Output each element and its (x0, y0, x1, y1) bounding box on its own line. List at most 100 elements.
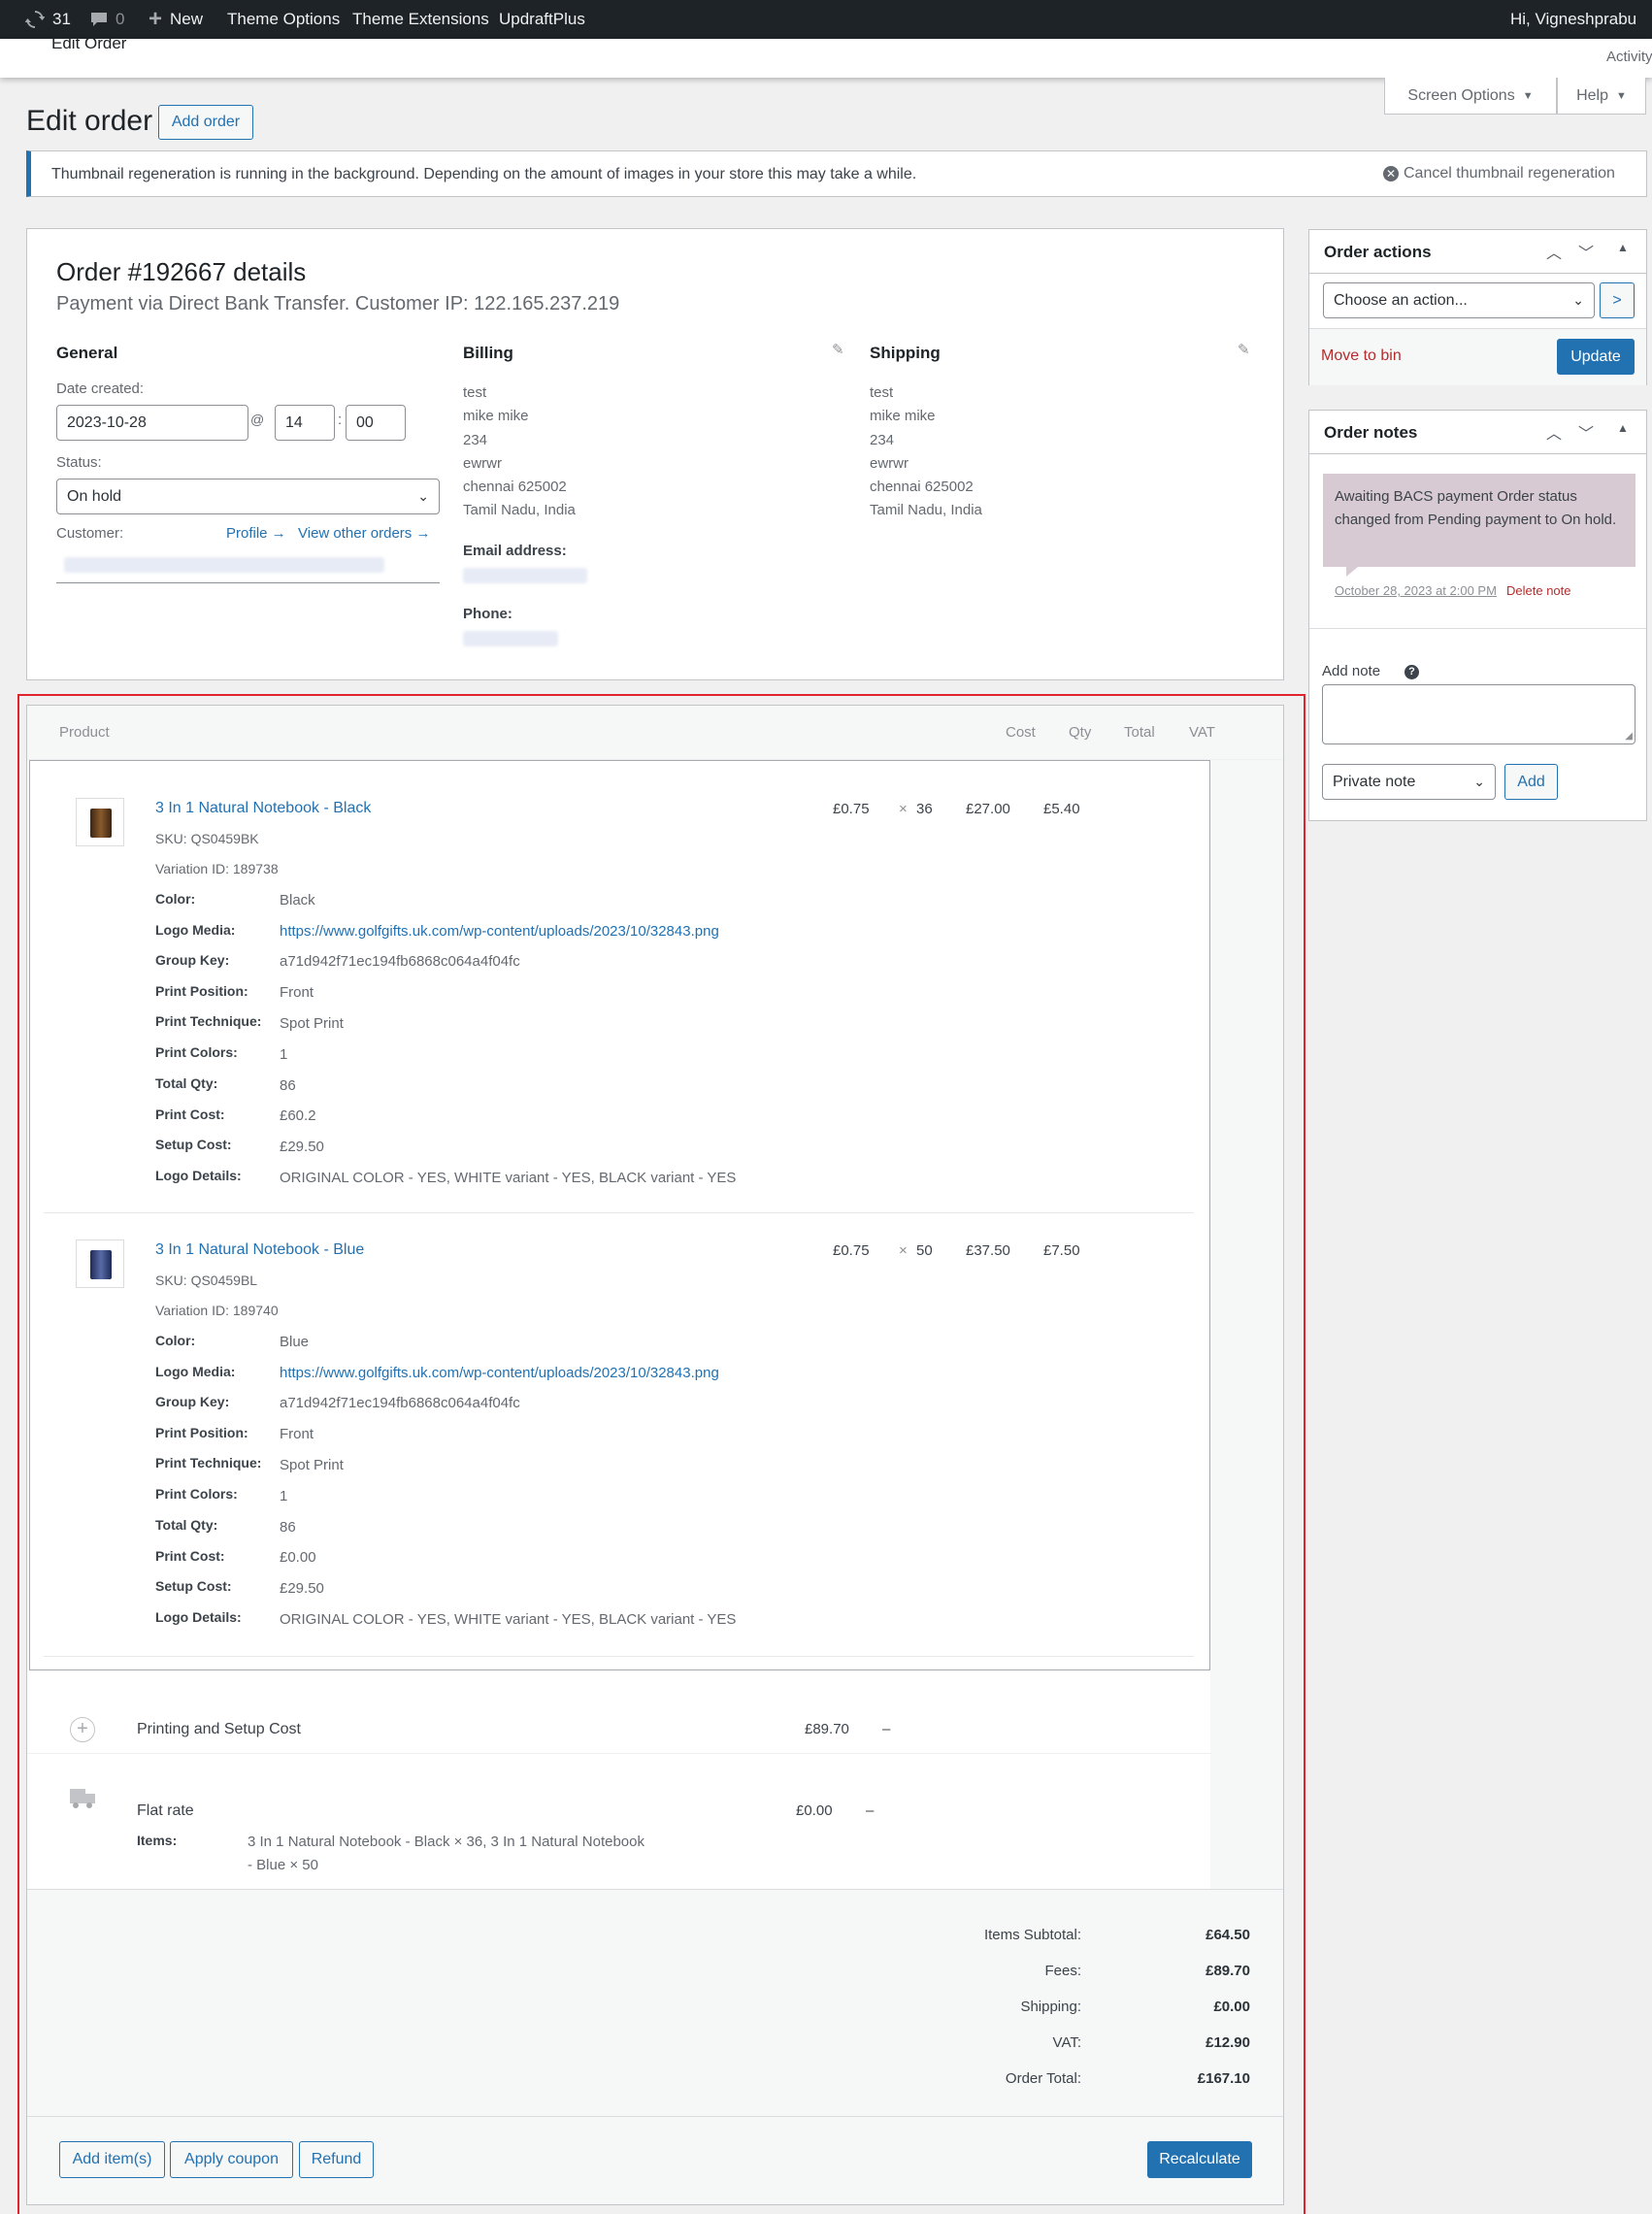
order-action-placeholder: Choose an action... (1334, 291, 1468, 309)
logo-media-link[interactable]: https://www.golfgifts.uk.com/wp-content/… (280, 1365, 719, 1381)
theme-options-menu[interactable]: Theme Options (227, 0, 340, 39)
comments-menu[interactable]: 0 (90, 0, 124, 39)
note-type-value: Private note (1333, 773, 1416, 790)
item-divider (44, 1656, 1194, 1657)
updates-menu[interactable]: 31 (25, 0, 71, 39)
meta-key: Setup Cost: (155, 1578, 232, 1594)
add-items-button[interactable]: Add item(s) (59, 2141, 165, 2178)
totals-value: £0.00 (1213, 1999, 1250, 2015)
chevron-down-icon: ⌄ (1572, 292, 1584, 308)
delete-note-link[interactable]: Delete note (1506, 583, 1571, 598)
move-down-icon[interactable]: ﹀ (1578, 240, 1594, 263)
at-separator: @ (250, 412, 265, 427)
move-up-icon[interactable]: ︿ (1546, 420, 1562, 444)
user-greeting[interactable]: Hi, Vigneshprabu (1510, 0, 1636, 39)
add-note-button[interactable]: Add (1504, 764, 1558, 800)
add-note-label: Add note (1322, 663, 1381, 679)
items-actions-bar: Add item(s) Apply coupon Refund Recalcul… (27, 2116, 1283, 2204)
fee-vat: – (882, 1721, 891, 1737)
move-to-bin-link[interactable]: Move to bin (1321, 347, 1402, 365)
product-link[interactable]: 3 In 1 Natural Notebook - Black (155, 800, 371, 817)
item-cost: £0.75 (833, 1242, 870, 1259)
shipping-line: Tamil Nadu, India (870, 502, 982, 519)
meta-key: Logo Media: (155, 922, 236, 938)
activity-link[interactable]: Activity (1606, 49, 1652, 65)
order-actions-title: Order actions (1324, 243, 1432, 261)
logo-media-link[interactable]: https://www.golfgifts.uk.com/wp-content/… (280, 923, 719, 940)
collapse-toggle-icon[interactable]: ▲ (1617, 421, 1629, 435)
theme-extensions-menu[interactable]: Theme Extensions (352, 0, 489, 39)
status-select[interactable]: On hold ⌄ (56, 479, 440, 514)
shipping-line-row: Flat rate £0.00 – Items: 3 In 1 Natural … (27, 1764, 1283, 1890)
update-button[interactable]: Update (1557, 339, 1635, 375)
sku-label: SKU: (155, 831, 187, 846)
item-qty: 50 (916, 1242, 933, 1259)
updraftplus-menu[interactable]: UpdraftPlus (499, 0, 585, 39)
totals-label: Order Total: (1005, 2070, 1081, 2087)
customer-profile-link[interactable]: Profile → (226, 525, 286, 542)
cancel-regeneration-link[interactable]: ✕ Cancel thumbnail regeneration (1383, 165, 1615, 182)
apply-coupon-button[interactable]: Apply coupon (170, 2141, 293, 2178)
resize-handle-icon[interactable]: ◢ (1625, 731, 1633, 742)
date-created-input[interactable]: 2023-10-28 (56, 405, 248, 441)
meta-key: Group Key: (155, 952, 230, 968)
product-link[interactable]: 3 In 1 Natural Notebook - Blue (155, 1241, 364, 1259)
meta-key: Print Position: (155, 983, 248, 999)
note-type-select[interactable]: Private note ⌄ (1322, 764, 1496, 800)
order-items-box: Product Cost Qty Total VAT 3 In 1 Natura… (26, 705, 1284, 2205)
hour-input[interactable]: 14 (275, 405, 335, 441)
totals-area: Items Subtotal: £64.50 Fees: £89.70 Ship… (27, 1889, 1283, 2116)
caret-down-icon: ▼ (1616, 89, 1627, 102)
times-symbol: × (899, 1242, 908, 1259)
refund-button[interactable]: Refund (299, 2141, 374, 2178)
refresh-icon (25, 11, 45, 28)
meta-key: Logo Media: (155, 1364, 236, 1379)
vat-column-header: VAT (1189, 724, 1215, 741)
product-thumbnail (76, 798, 124, 846)
new-label: New (170, 10, 204, 28)
shipping-line: mike mike (870, 408, 936, 425)
status-value: On hold (67, 487, 122, 505)
meta-value: a71d942f71ec194fb6868c064a4f04fc (280, 953, 520, 970)
meta-value: £60.2 (280, 1107, 316, 1124)
edit-shipping-pencil-icon[interactable]: ✎ (1238, 341, 1250, 358)
note-date: October 28, 2023 at 2:00 PM (1335, 583, 1497, 598)
minute-input[interactable]: 00 (346, 405, 406, 441)
help-button[interactable]: Help ▼ (1557, 78, 1646, 115)
order-action-select[interactable]: Choose an action... ⌄ (1323, 282, 1595, 318)
header-gutter (1210, 760, 1283, 1939)
item-vat: £5.40 (1043, 801, 1080, 817)
customer-select[interactable] (56, 547, 440, 583)
collapse-toggle-icon[interactable]: ▲ (1617, 241, 1629, 254)
notice-banner: Thumbnail regeneration is running in the… (26, 150, 1647, 197)
new-content-menu[interactable]: + New (149, 0, 203, 39)
billing-line: 234 (463, 431, 488, 448)
view-other-orders-link[interactable]: View other orders → (298, 525, 430, 542)
item-cost: £0.75 (833, 801, 870, 817)
note-pointer (1346, 567, 1358, 577)
recalculate-button[interactable]: Recalculate (1147, 2141, 1252, 2178)
meta-value: 86 (280, 1519, 296, 1536)
help-tip-icon[interactable]: ? (1404, 665, 1419, 679)
add-note-textarea[interactable]: ◢ (1322, 684, 1635, 744)
order-actions-footer: Move to bin Update (1309, 328, 1646, 385)
redacted-email (463, 568, 587, 583)
fee-total: £89.70 (805, 1721, 849, 1737)
meta-key: Color: (155, 891, 196, 907)
edit-billing-pencil-icon[interactable]: ✎ (832, 341, 844, 358)
comments-count: 0 (116, 10, 125, 28)
meta-key: Total Qty: (155, 1075, 218, 1091)
meta-value: Front (280, 984, 314, 1001)
line-item: 3 In 1 Natural Notebook - Blue SKU: QS04… (30, 1203, 1209, 1659)
comment-icon (91, 13, 107, 26)
meta-value: 86 (280, 1077, 296, 1094)
screen-options-button[interactable]: Screen Options ▼ (1384, 78, 1557, 115)
shipping-line: chennai 625002 (870, 479, 974, 496)
sku-label: SKU: (155, 1272, 187, 1288)
move-up-icon[interactable]: ︿ (1546, 240, 1562, 263)
apply-action-button[interactable]: > (1600, 282, 1635, 318)
meta-key: Print Technique: (155, 1013, 262, 1029)
add-order-button[interactable]: Add order (158, 105, 253, 140)
move-down-icon[interactable]: ﹀ (1578, 420, 1594, 444)
meta-key: Print Colors: (155, 1486, 238, 1502)
